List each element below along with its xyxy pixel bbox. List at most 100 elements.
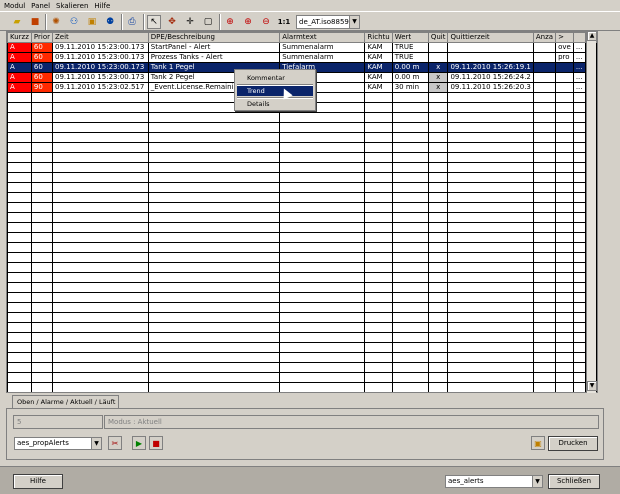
table-row[interactable]: A 60 09.11.2010 15:23:00.173 StartPanel - A… bbox=[7, 42, 597, 53]
config-select[interactable]: aes_propAlerts ▼ bbox=[14, 437, 102, 450]
col-header[interactable]: Alarmtext bbox=[279, 32, 366, 43]
zoom-out-icon[interactable]: ⊖ bbox=[259, 15, 273, 29]
col-header[interactable]: > bbox=[555, 32, 574, 43]
table-cell bbox=[391, 312, 429, 323]
table-cell bbox=[52, 302, 149, 313]
settings-icon[interactable]: ✺ bbox=[49, 15, 63, 29]
table-cell bbox=[532, 202, 557, 213]
table-cell bbox=[364, 192, 393, 203]
language-select[interactable]: de_AT.iso88591 ▼ bbox=[296, 15, 360, 29]
table-cell bbox=[427, 92, 449, 103]
scroll-down-icon[interactable]: ▼ bbox=[587, 381, 597, 391]
table-cell bbox=[7, 182, 32, 193]
table-cell: A bbox=[7, 72, 32, 83]
table-cell bbox=[427, 292, 449, 303]
col-header[interactable]: Quit bbox=[427, 32, 449, 43]
zoom-fit-icon[interactable]: ⊕ bbox=[223, 15, 237, 29]
table-cell bbox=[391, 202, 429, 213]
vertical-scrollbar[interactable]: ▲ ▼ bbox=[586, 31, 597, 393]
table-cell bbox=[532, 212, 557, 223]
table-cell bbox=[427, 342, 449, 353]
table-cell bbox=[427, 332, 449, 343]
empty-row bbox=[7, 232, 597, 243]
table-cell bbox=[279, 122, 366, 133]
help-button[interactable]: Hilfe bbox=[13, 474, 63, 489]
table-cell bbox=[364, 372, 393, 383]
close-button[interactable]: Schließen bbox=[548, 474, 600, 489]
col-header[interactable]: Anza bbox=[532, 32, 557, 43]
edit-tools-icon[interactable]: ✂ bbox=[108, 436, 122, 450]
zoom-ratio-button[interactable]: 1:1 bbox=[277, 15, 291, 29]
users-icon[interactable]: ⚉ bbox=[103, 15, 117, 29]
table-cell bbox=[572, 122, 586, 133]
col-header[interactable]: Kurzz bbox=[7, 32, 32, 43]
table-cell bbox=[147, 372, 281, 383]
move-icon[interactable]: ✛ bbox=[183, 15, 197, 29]
zoom-in-icon[interactable]: ⊕ bbox=[241, 15, 255, 29]
table-cell bbox=[447, 262, 534, 273]
table-cell bbox=[279, 352, 366, 363]
table-cell bbox=[427, 242, 449, 253]
table-row[interactable]: A 60 09.11.2010 15:23:00.173 Prozess Tanks … bbox=[7, 52, 597, 63]
context-item-trend[interactable]: Trend bbox=[237, 86, 313, 96]
table-cell bbox=[364, 332, 393, 343]
menu-skalieren[interactable]: Skalieren bbox=[56, 2, 88, 10]
table-cell bbox=[532, 262, 557, 273]
menu-modul[interactable]: Modul bbox=[4, 2, 25, 10]
table-cell bbox=[7, 162, 32, 173]
table-cell bbox=[555, 182, 574, 193]
alerts-config-select[interactable]: aes_alerts ▼ bbox=[445, 475, 543, 488]
tab-oben-alarme[interactable]: Oben / Alarme / Aktuell / Läuft bbox=[12, 395, 119, 409]
menu-hilfe[interactable]: Hilfe bbox=[94, 2, 110, 10]
table-cell bbox=[30, 382, 54, 392]
empty-row bbox=[7, 132, 597, 143]
context-item-details[interactable]: Details bbox=[237, 99, 313, 109]
col-header[interactable] bbox=[572, 32, 586, 43]
menu-panel[interactable]: Panel bbox=[31, 2, 50, 10]
table-cell bbox=[7, 342, 32, 353]
table-cell bbox=[555, 232, 574, 243]
table-cell bbox=[447, 102, 534, 113]
scroll-up-icon[interactable]: ▲ bbox=[587, 31, 597, 41]
play-icon[interactable]: ▶ bbox=[132, 436, 146, 450]
table-cell bbox=[7, 222, 32, 233]
ruler-icon[interactable]: ✥ bbox=[165, 15, 179, 29]
print-button[interactable]: Drucken bbox=[548, 436, 598, 451]
chevron-down-icon[interactable]: ▼ bbox=[349, 16, 359, 28]
table-cell bbox=[52, 222, 149, 233]
table-cell bbox=[7, 382, 32, 392]
col-header[interactable]: Richtu bbox=[364, 32, 393, 43]
table-cell bbox=[447, 212, 534, 223]
col-header[interactable]: DPE/Beschreibung bbox=[147, 32, 281, 43]
table-cell bbox=[447, 282, 534, 293]
col-header[interactable]: Wert bbox=[391, 32, 429, 43]
col-header[interactable]: Quittierzeit bbox=[447, 32, 534, 43]
chevron-down-icon[interactable]: ▼ bbox=[91, 438, 101, 449]
empty-row bbox=[7, 152, 597, 163]
select-pointer-icon[interactable]: ↖ bbox=[147, 15, 161, 29]
table-cell: TRUE bbox=[391, 52, 429, 63]
col-header[interactable]: Prior bbox=[30, 32, 54, 43]
table-cell bbox=[532, 52, 557, 63]
col-header[interactable]: Zeit bbox=[52, 32, 149, 43]
table-cell: ... bbox=[572, 62, 586, 73]
print-icon[interactable]: ⎙ bbox=[125, 15, 139, 29]
table-cell bbox=[447, 192, 534, 203]
empty-row bbox=[7, 222, 597, 233]
folder-icon[interactable]: ▣ bbox=[85, 15, 99, 29]
open-folder-icon[interactable]: ▰ bbox=[10, 15, 24, 29]
close-icon[interactable]: ■ bbox=[28, 15, 42, 29]
context-item-add-comment[interactable]: Kommentar einfügen bbox=[237, 73, 313, 92]
network-icon[interactable]: ⚇ bbox=[67, 15, 81, 29]
config-value: aes_propAlerts bbox=[17, 439, 69, 447]
table-cell bbox=[52, 212, 149, 223]
table-cell bbox=[279, 232, 366, 243]
chevron-down-icon[interactable]: ▼ bbox=[532, 476, 542, 487]
table-cell bbox=[30, 222, 54, 233]
save-icon[interactable]: ▣ bbox=[531, 436, 545, 450]
stop-icon[interactable]: ■ bbox=[149, 436, 163, 450]
table-cell bbox=[391, 362, 429, 373]
table-cell bbox=[7, 262, 32, 273]
table-cell bbox=[7, 312, 32, 323]
frame-icon[interactable]: ▢ bbox=[201, 15, 215, 29]
